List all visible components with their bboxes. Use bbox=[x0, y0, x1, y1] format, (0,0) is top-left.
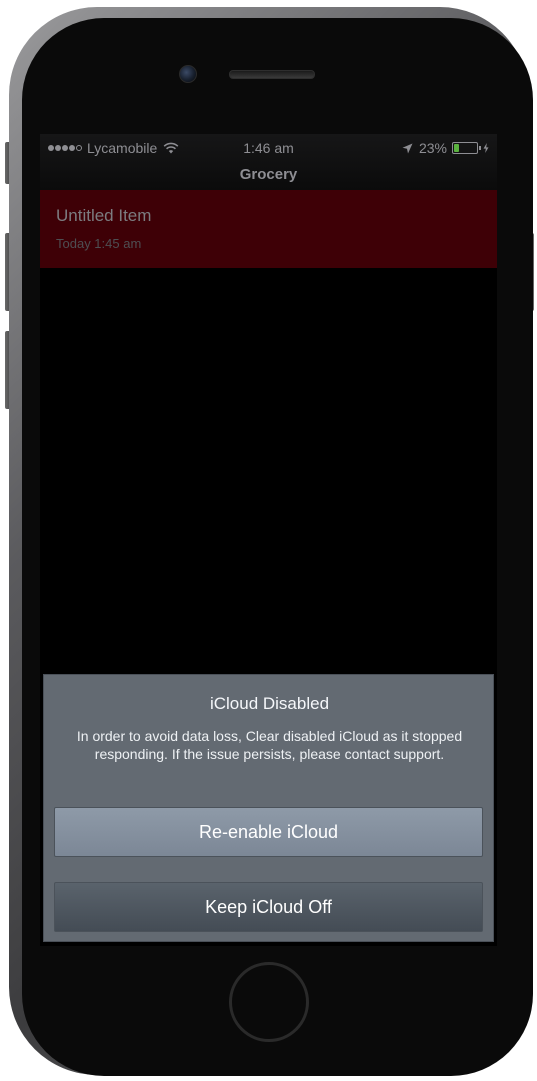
battery-icon bbox=[452, 142, 481, 154]
speaker-grille bbox=[229, 70, 315, 79]
device-frame: Lycamobile 1:46 am 23% Grocery Untitled … bbox=[0, 0, 537, 1081]
alert-message: In order to avoid data loss, Clear disab… bbox=[76, 728, 463, 762]
charging-bolt-icon bbox=[483, 143, 489, 153]
home-button[interactable] bbox=[229, 962, 309, 1042]
battery-percent: 23% bbox=[418, 140, 447, 156]
status-right: 23% bbox=[402, 140, 489, 156]
keep-icloud-off-button[interactable]: Keep iCloud Off bbox=[54, 882, 483, 932]
battery-level bbox=[454, 144, 459, 152]
app-screen: Lycamobile 1:46 am 23% Grocery Untitled … bbox=[40, 134, 497, 946]
camera-icon bbox=[179, 65, 197, 83]
item-title: Untitled Item bbox=[56, 206, 152, 225]
navigation-header: Lycamobile 1:46 am 23% Grocery bbox=[40, 134, 497, 190]
status-bar: Lycamobile 1:46 am 23% bbox=[40, 138, 497, 160]
reenable-icloud-button[interactable]: Re-enable iCloud bbox=[54, 807, 483, 857]
item-timestamp: Today 1:45 am bbox=[56, 236, 142, 251]
location-arrow-icon bbox=[402, 143, 413, 153]
page-title: Grocery bbox=[239, 166, 298, 183]
icloud-alert-dialog: iCloud Disabled In order to avoid data l… bbox=[43, 674, 494, 942]
alert-title: iCloud Disabled bbox=[209, 694, 330, 713]
list-item[interactable]: Untitled Item Today 1:45 am bbox=[40, 190, 497, 268]
